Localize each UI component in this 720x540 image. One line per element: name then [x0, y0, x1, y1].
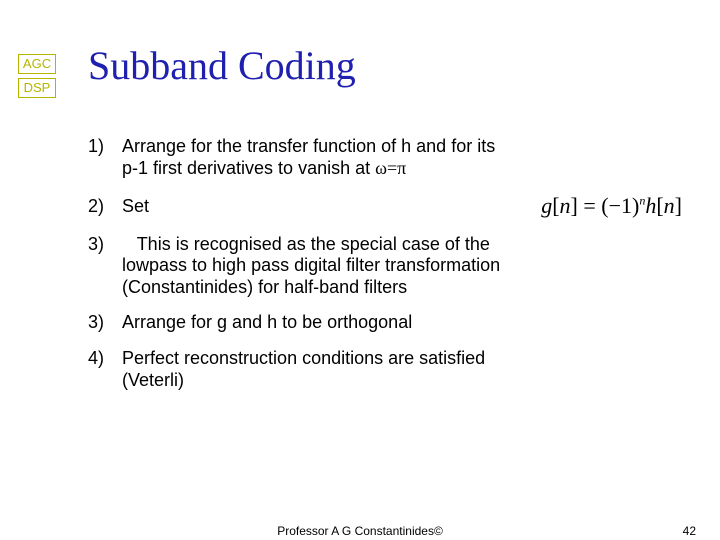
item-number: 2): [88, 196, 122, 218]
formula-n: n: [664, 193, 675, 218]
item-text: lowpass to high pass digital filter tran…: [122, 255, 688, 277]
list-item-2: 2) Set g[n] = (−1)nh[n]: [88, 193, 688, 219]
list-item-4: 4) Perfect reconstruction conditions are…: [88, 348, 688, 391]
formula-n: n: [560, 193, 571, 218]
item-text: This is recognised as the special case o…: [137, 234, 490, 254]
footer-page-number: 42: [683, 524, 696, 538]
item-text: Set: [122, 196, 523, 218]
item-number: 3): [88, 312, 122, 334]
slide: AGC DSP Subband Coding 1) Arrange for th…: [0, 0, 720, 540]
item-text: (Constantinides) for half-band filters: [122, 277, 688, 299]
item-text: p-1 first derivatives to vanish at: [122, 158, 375, 178]
footer-author: Professor A G Constantinides©: [0, 524, 720, 538]
omega-equals-pi: ω=π: [375, 158, 406, 178]
list-item-1: 1) Arrange for the transfer function of …: [88, 136, 688, 179]
formula-lparen: (: [601, 193, 608, 218]
formula-rbracket: ]: [675, 193, 682, 218]
logo-dsp: DSP: [18, 78, 56, 98]
logo-stack: AGC DSP: [18, 54, 56, 98]
slide-title: Subband Coding: [88, 42, 356, 89]
formula-rbracket: ]: [571, 193, 578, 218]
formula-h: h: [645, 193, 656, 218]
formula-lbracket: [: [656, 193, 663, 218]
formula-minus1: −1: [609, 193, 632, 218]
item-text: Arrange for g and h to be orthogonal: [122, 312, 688, 334]
formula-lbracket: [: [552, 193, 559, 218]
logo-agc: AGC: [18, 54, 56, 74]
list-item-3b: 3) Arrange for g and h to be orthogonal: [88, 312, 688, 334]
item-lead-space: [122, 234, 137, 254]
item-text: Perfect reconstruction conditions are sa…: [122, 348, 688, 370]
formula-eq: =: [578, 193, 601, 218]
item-number: 1): [88, 136, 122, 158]
formula-g-equals: g[n] = (−1)nh[n]: [541, 193, 682, 219]
item-number: 4): [88, 348, 122, 370]
formula-g: g: [541, 193, 552, 218]
list-item-3: 3) This is recognised as the special cas…: [88, 234, 688, 299]
item-number: 3): [88, 234, 122, 256]
item-text: Arrange for the transfer function of h a…: [122, 136, 688, 158]
item-text: (Veterli): [122, 370, 688, 392]
slide-body: 1) Arrange for the transfer function of …: [88, 136, 688, 405]
